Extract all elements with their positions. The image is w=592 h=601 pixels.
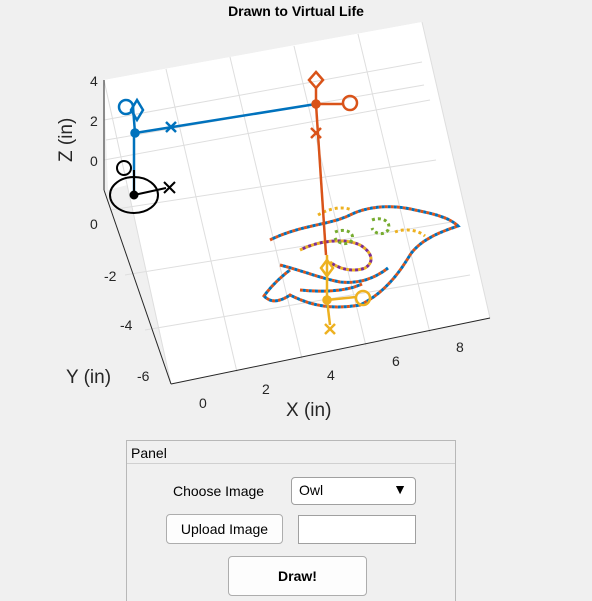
x-tick: 6 <box>392 353 400 369</box>
y-tick: -2 <box>104 268 117 284</box>
chevron-down-icon: ▼ <box>393 481 407 497</box>
y-axis-label: Y (in) <box>66 367 111 388</box>
panel-title: Panel <box>131 445 167 461</box>
panel-divider <box>127 463 455 464</box>
plot-title: Drawn to Virtual Life <box>228 3 364 19</box>
image-select[interactable]: Owl ▼ <box>291 477 416 505</box>
control-panel: Panel Choose Image Owl ▼ Upload Image Dr… <box>126 440 456 601</box>
x-axis-label: X (in) <box>286 400 331 421</box>
y-tick: -6 <box>137 368 150 384</box>
choose-image-label: Choose Image <box>173 483 265 499</box>
x-tick: 0 <box>199 395 207 411</box>
x-tick: 4 <box>327 367 335 383</box>
z-tick: 4 <box>90 73 98 89</box>
upload-image-button[interactable]: Upload Image <box>166 514 283 544</box>
x-tick: 8 <box>456 339 464 355</box>
x-tick: 2 <box>262 381 270 397</box>
z-axis-label: Z (in) <box>56 118 77 162</box>
z-tick: 0 <box>90 153 98 169</box>
plot-axes[interactable]: Drawn to Virtual Life 4 2 0 Z (in) 0 -2 … <box>0 0 592 440</box>
upload-path-field[interactable] <box>298 515 416 544</box>
y-tick: -4 <box>120 317 133 333</box>
z-tick: 2 <box>90 113 98 129</box>
y-tick: 0 <box>90 216 98 232</box>
draw-button[interactable]: Draw! <box>228 556 367 596</box>
image-select-value: Owl <box>299 482 324 498</box>
